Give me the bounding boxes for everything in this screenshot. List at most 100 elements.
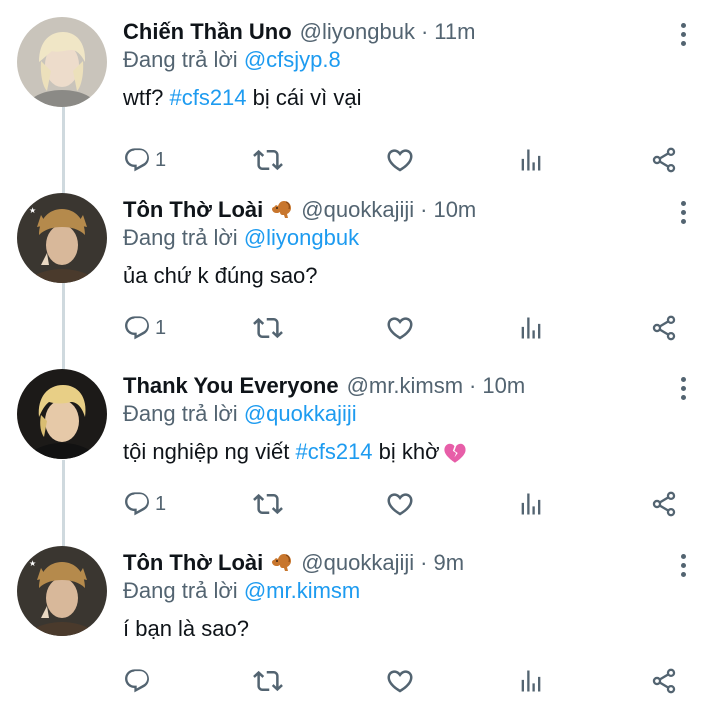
share-button[interactable] — [650, 664, 678, 698]
analytics-icon — [517, 667, 545, 695]
like-button[interactable] — [385, 311, 415, 345]
reply-button[interactable] — [123, 664, 155, 698]
display-name[interactable]: Chiến Thần Uno — [123, 19, 292, 45]
squirrel-emoji-icon — [269, 198, 293, 222]
like-button[interactable] — [385, 664, 415, 698]
like-button[interactable] — [385, 143, 415, 177]
retweet-button[interactable] — [253, 664, 283, 698]
share-button[interactable] — [650, 143, 678, 177]
tweet-header: Tôn Thờ Loài @quokkajiji · 10m — [123, 193, 476, 227]
reply-mention[interactable]: @cfsjyp.8 — [244, 47, 341, 72]
hashtag[interactable]: #cfs214 — [169, 85, 246, 110]
handle[interactable]: @mr.kimsm — [347, 373, 463, 399]
avatar[interactable]: ★ — [17, 193, 107, 283]
views-button[interactable] — [517, 664, 545, 698]
analytics-icon — [517, 146, 545, 174]
tweet-text: wtf? #cfs214 bị cái vì vại — [123, 85, 361, 111]
handle[interactable]: @quokkajiji — [301, 550, 414, 576]
retweet-icon — [253, 489, 283, 519]
reply-button[interactable]: 1 — [123, 487, 166, 521]
retweet-button[interactable] — [253, 487, 283, 521]
timestamp[interactable]: 10m — [482, 373, 525, 399]
reply-icon — [123, 146, 151, 174]
avatar[interactable] — [17, 17, 107, 107]
avatar[interactable]: ★ — [17, 546, 107, 636]
reply-count: 1 — [155, 148, 167, 171]
share-icon — [650, 667, 678, 695]
separator: · — [469, 373, 477, 398]
reply-button[interactable]: 1 — [123, 311, 166, 345]
heart-icon — [385, 489, 415, 519]
svg-text:★: ★ — [29, 559, 36, 568]
display-name[interactable]: Tôn Thờ Loài — [123, 550, 263, 576]
reply-prefix: Đang trả lời — [123, 578, 238, 603]
reply-icon — [123, 667, 151, 695]
retweet-button[interactable] — [253, 311, 283, 345]
replying-to: Đang trả lời @cfsjyp.8 — [123, 47, 341, 73]
share-button[interactable] — [650, 487, 678, 521]
reply-icon — [123, 490, 151, 518]
tweet-text: í bạn là sao? — [123, 616, 249, 641]
action-bar: 1 — [0, 143, 720, 177]
share-icon — [650, 146, 678, 174]
text-segment: bị cái vì vại — [246, 85, 362, 110]
timestamp[interactable]: 11m — [434, 19, 475, 45]
heart-icon — [385, 666, 415, 696]
hashtag[interactable]: #cfs214 — [295, 439, 372, 464]
avatar[interactable] — [17, 369, 107, 459]
like-button[interactable] — [385, 487, 415, 521]
tweet-header: Tôn Thờ Loài @quokkajiji · 9m — [123, 546, 464, 580]
squirrel-emoji-icon — [269, 551, 293, 575]
retweet-icon — [253, 313, 283, 343]
share-icon — [650, 490, 678, 518]
handle[interactable]: @liyongbuk — [300, 19, 415, 45]
heart-icon — [385, 145, 415, 175]
more-options-icon[interactable] — [672, 550, 694, 580]
display-name[interactable]: Thank You Everyone — [123, 373, 339, 399]
tweet[interactable]: ★ Tôn Thờ Loài @quokkajiji · 9m Đang trả… — [0, 546, 720, 709]
text-segment: wtf? — [123, 85, 170, 110]
text-segment: bị khờ — [372, 439, 440, 464]
views-button[interactable] — [517, 311, 545, 345]
tweet-header: Thank You Everyone @mr.kimsm · 10m — [123, 369, 525, 403]
tweet[interactable]: Chiến Thần Uno @liyongbuk · 11m Đang trả… — [0, 15, 720, 185]
analytics-icon — [517, 314, 545, 342]
retweet-icon — [253, 145, 283, 175]
replying-to: Đang trả lời @quokkajiji — [123, 401, 357, 427]
replying-to: Đang trả lời @liyongbuk — [123, 225, 359, 251]
svg-text:★: ★ — [29, 206, 36, 215]
retweet-icon — [253, 666, 283, 696]
share-button[interactable] — [650, 311, 678, 345]
reply-icon — [123, 314, 151, 342]
reply-button[interactable]: 1 — [123, 143, 166, 177]
tweet[interactable]: Thank You Everyone @mr.kimsm · 10m Đang … — [0, 369, 720, 539]
reply-mention[interactable]: @liyongbuk — [244, 225, 359, 250]
more-options-icon[interactable] — [672, 197, 694, 227]
action-bar: 1 — [0, 311, 720, 345]
handle[interactable]: @quokkajiji — [301, 197, 414, 223]
timestamp[interactable]: 10m — [433, 197, 476, 223]
tweet-header: Chiến Thần Uno @liyongbuk · 11m — [123, 15, 475, 49]
reply-mention[interactable]: @mr.kimsm — [244, 578, 360, 603]
text-segment: tội nghiệp ng viết — [123, 439, 296, 464]
views-button[interactable] — [517, 487, 545, 521]
retweet-button[interactable] — [253, 143, 283, 177]
reply-mention[interactable]: @quokkajiji — [244, 401, 357, 426]
timestamp[interactable]: 9m — [433, 550, 464, 576]
more-options-icon[interactable] — [672, 19, 694, 49]
display-name[interactable]: Tôn Thờ Loài — [123, 197, 263, 223]
replying-to: Đang trả lời @mr.kimsm — [123, 578, 360, 604]
reply-prefix: Đang trả lời — [123, 401, 238, 426]
separator: · — [420, 19, 429, 44]
tweet[interactable]: ★ Tôn Thờ Loài @quokkajiji · 10m Đang tr… — [0, 193, 720, 363]
separator: · — [420, 550, 428, 575]
share-icon — [650, 314, 678, 342]
reply-count: 1 — [155, 492, 167, 515]
analytics-icon — [517, 490, 545, 518]
tweet-text: tội nghiệp ng viết #cfs214 bị khờ — [123, 439, 468, 466]
more-options-icon[interactable] — [672, 373, 694, 403]
broken-heart-icon — [442, 440, 468, 466]
reply-count: 1 — [155, 316, 167, 339]
action-bar — [0, 664, 720, 698]
views-button[interactable] — [517, 143, 545, 177]
